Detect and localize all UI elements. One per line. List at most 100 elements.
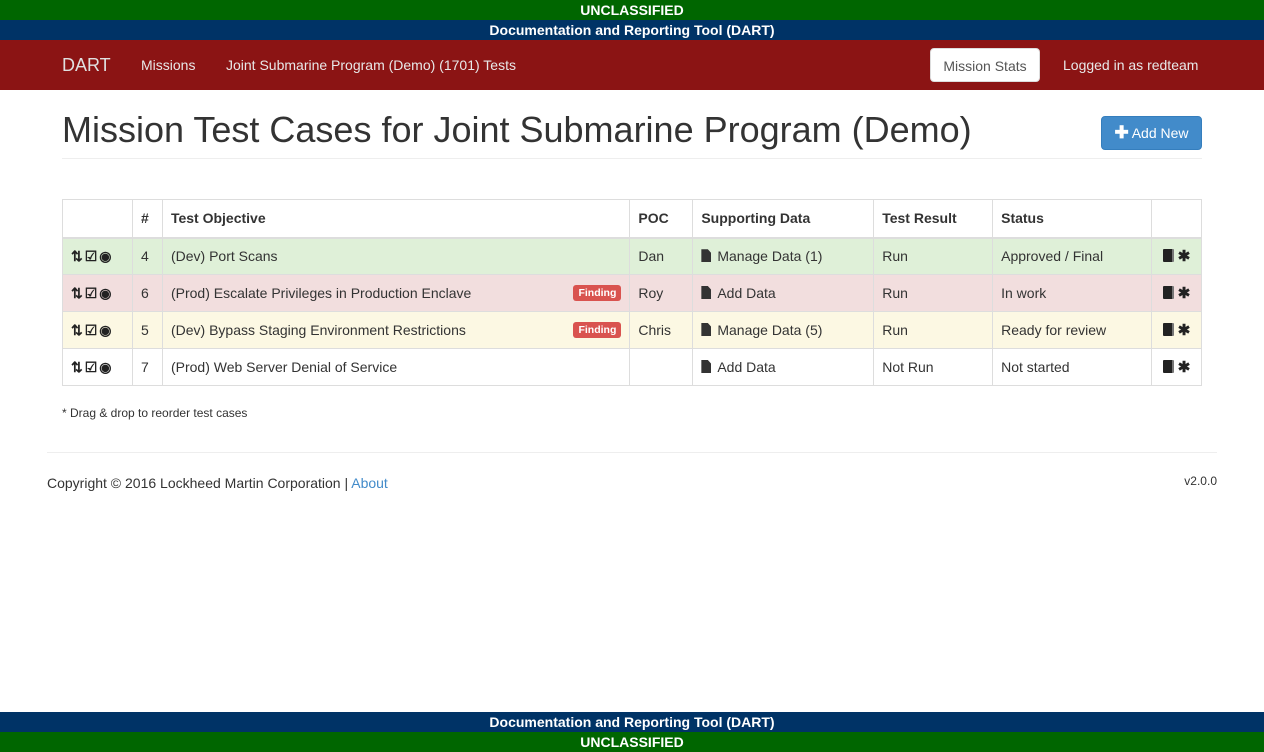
app-name-banner-top: Documentation and Reporting Tool (DART)	[0, 20, 1264, 40]
asterisk-icon[interactable]: ✱	[1178, 359, 1191, 376]
nav-missions-link[interactable]: Missions	[141, 40, 195, 90]
add-new-button[interactable]: ✚ Add New	[1101, 116, 1202, 150]
asterisk-icon[interactable]: ✱	[1178, 285, 1191, 302]
column-header-icons	[62, 199, 133, 239]
footer-divider	[47, 452, 1217, 453]
book-icon[interactable]	[1162, 249, 1174, 263]
file-icon	[701, 323, 712, 336]
table-row[interactable]: ⇅ ☑ ◉ 7 (Prod) Web Server Denial of Service A…	[62, 348, 1203, 386]
sort-icon[interactable]: ⇅	[71, 285, 83, 302]
sort-icon[interactable]: ⇅	[71, 322, 83, 339]
row-objective-cell: (Dev) Port Scans	[161, 237, 631, 275]
eye-icon[interactable]: ◉	[99, 359, 111, 376]
nav-tests-link[interactable]: Joint Submarine Program (Demo) (1701) Te…	[226, 40, 516, 90]
bottom-banners: Documentation and Reporting Tool (DART) …	[0, 712, 1264, 752]
asterisk-icon[interactable]: ✱	[1178, 248, 1191, 265]
test-cases-table: # Test Objective POC Supporting Data Tes…	[62, 199, 1203, 386]
row-test-result: Run	[873, 237, 994, 275]
file-icon	[701, 249, 712, 263]
column-header-test-result: Test Result	[873, 199, 994, 239]
row-poc	[629, 348, 694, 386]
book-icon[interactable]	[1162, 286, 1174, 299]
asterisk-icon[interactable]: ✱	[1178, 322, 1191, 339]
row-actions-cell: ✱	[1150, 311, 1203, 349]
sort-icon[interactable]: ⇅	[71, 359, 83, 376]
mission-stats-button[interactable]: Mission Stats	[930, 48, 1040, 82]
table-row[interactable]: ⇅ ☑ ◉ 6 (Prod) Escalate Privileges in Produc…	[62, 274, 1203, 312]
book-icon[interactable]	[1162, 360, 1174, 373]
row-objective-cell: (Prod) Escalate Privileges in Production…	[161, 274, 631, 312]
eye-icon[interactable]: ◉	[99, 322, 111, 339]
edit-icon[interactable]: ☑	[85, 285, 98, 302]
row-objective[interactable]: (Dev) Port Scans	[171, 248, 278, 264]
edit-icon[interactable]: ☑	[85, 322, 98, 339]
brand-link[interactable]: DART	[62, 40, 111, 90]
row-poc: Dan	[629, 237, 694, 275]
classification-banner-top: UNCLASSIFIED	[0, 0, 1264, 20]
table-header-row: # Test Objective POC Supporting Data Tes…	[62, 199, 1203, 239]
copyright: Copyright © 2016 Lockheed Martin Corpora…	[47, 475, 388, 491]
row-poc: Roy	[629, 274, 694, 312]
copyright-text: Copyright © 2016 Lockheed Martin Corpora…	[47, 475, 352, 491]
row-number: 6	[131, 274, 163, 312]
eye-icon[interactable]: ◉	[99, 285, 111, 302]
row-number: 4	[131, 237, 163, 275]
add-new-label: Add New	[1131, 125, 1189, 141]
row-objective[interactable]: (Dev) Bypass Staging Environment Restric…	[171, 322, 466, 338]
row-objective[interactable]: (Prod) Escalate Privileges in Production…	[171, 285, 471, 301]
book-icon[interactable]	[1162, 323, 1174, 336]
plus-icon: ✚	[1114, 123, 1129, 142]
row-supporting-data-link[interactable]: Add Data	[717, 285, 775, 301]
sort-icon[interactable]: ⇅	[71, 248, 83, 265]
drag-drop-note: * Drag & drop to reorder test cases	[62, 406, 248, 420]
app-name-banner-bottom: Documentation and Reporting Tool (DART)	[0, 712, 1264, 732]
version-label: v2.0.0	[1184, 474, 1217, 488]
row-actions-cell: ✱	[1150, 237, 1203, 275]
row-supporting-data-cell: Add Data	[692, 348, 875, 386]
file-icon	[701, 286, 712, 299]
column-header-actions	[1150, 199, 1203, 239]
row-icons-cell: ⇅ ☑ ◉	[62, 311, 133, 349]
page-title: Mission Test Cases for Joint Submarine P…	[62, 109, 972, 150]
file-icon	[701, 360, 712, 373]
column-header-poc: POC	[629, 199, 694, 239]
row-supporting-data-link[interactable]: Manage Data (1)	[717, 248, 822, 264]
about-link[interactable]: About	[351, 475, 388, 491]
page-header: Mission Test Cases for Joint Submarine P…	[62, 100, 1202, 159]
edit-icon[interactable]: ☑	[85, 359, 98, 376]
row-number: 5	[131, 311, 163, 349]
row-supporting-data-cell: Manage Data (5)	[692, 311, 875, 349]
logged-in-user[interactable]: Logged in as redteam	[1063, 40, 1198, 90]
row-objective-cell: (Prod) Web Server Denial of Service	[161, 348, 631, 386]
edit-icon[interactable]: ☑	[85, 248, 98, 265]
row-icons-cell: ⇅ ☑ ◉	[62, 348, 133, 386]
row-test-result: Run	[873, 274, 994, 312]
row-number: 7	[131, 348, 163, 386]
column-header-number: #	[131, 199, 163, 239]
row-objective-cell: (Dev) Bypass Staging Environment Restric…	[161, 311, 631, 349]
eye-icon[interactable]: ◉	[99, 248, 111, 265]
row-status: In work	[992, 274, 1152, 312]
row-test-result: Run	[873, 311, 994, 349]
row-supporting-data-cell: Add Data	[692, 274, 875, 312]
row-supporting-data-link[interactable]: Manage Data (5)	[717, 322, 822, 338]
row-icons-cell: ⇅ ☑ ◉	[62, 237, 133, 275]
row-supporting-data-link[interactable]: Add Data	[717, 359, 775, 375]
column-header-status: Status	[992, 199, 1152, 239]
finding-badge: Finding	[573, 322, 622, 338]
finding-badge: Finding	[573, 285, 622, 301]
row-supporting-data-cell: Manage Data (1)	[692, 237, 875, 275]
navbar: DART Missions Joint Submarine Program (D…	[0, 40, 1264, 90]
row-status: Approved / Final	[992, 237, 1152, 275]
row-actions-cell: ✱	[1150, 274, 1203, 312]
column-header-supporting-data: Supporting Data	[692, 199, 875, 239]
classification-banner-bottom: UNCLASSIFIED	[0, 732, 1264, 752]
table-row[interactable]: ⇅ ☑ ◉ 5 (Dev) Bypass Staging Environment Res…	[62, 311, 1203, 349]
row-test-result: Not Run	[873, 348, 994, 386]
row-icons-cell: ⇅ ☑ ◉	[62, 274, 133, 312]
row-status: Ready for review	[992, 311, 1152, 349]
row-status: Not started	[992, 348, 1152, 386]
row-objective[interactable]: (Prod) Web Server Denial of Service	[171, 359, 397, 375]
row-actions-cell: ✱	[1150, 348, 1203, 386]
table-row[interactable]: ⇅ ☑ ◉ 4 (Dev) Port Scans Dan Manage Data (1) Ru…	[62, 237, 1203, 275]
